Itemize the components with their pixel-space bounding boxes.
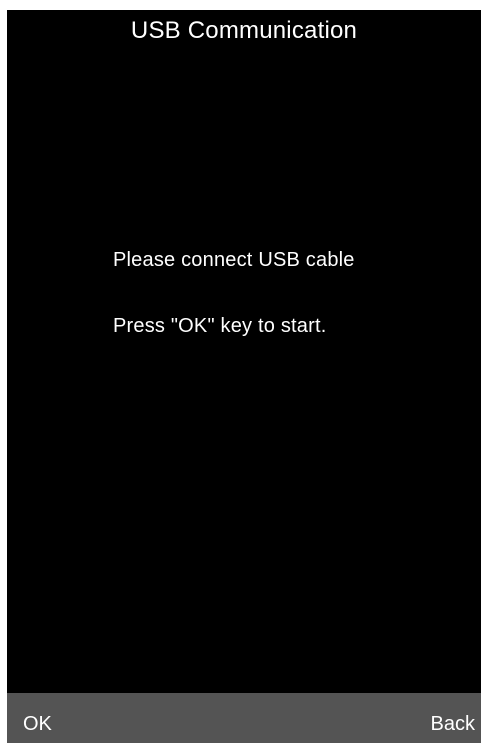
connect-usb-message: Please connect USB cable [113,249,355,271]
message-area: Please connect USB cable Press "OK" key … [7,10,481,743]
press-ok-instruction: Press "OK" key to start. [113,315,327,337]
ok-softkey[interactable]: OK [19,693,56,743]
softkey-bar: OK Back [7,693,481,743]
back-softkey[interactable]: Back [427,693,479,743]
device-screen: USB Communication Please connect USB cab… [7,10,481,743]
